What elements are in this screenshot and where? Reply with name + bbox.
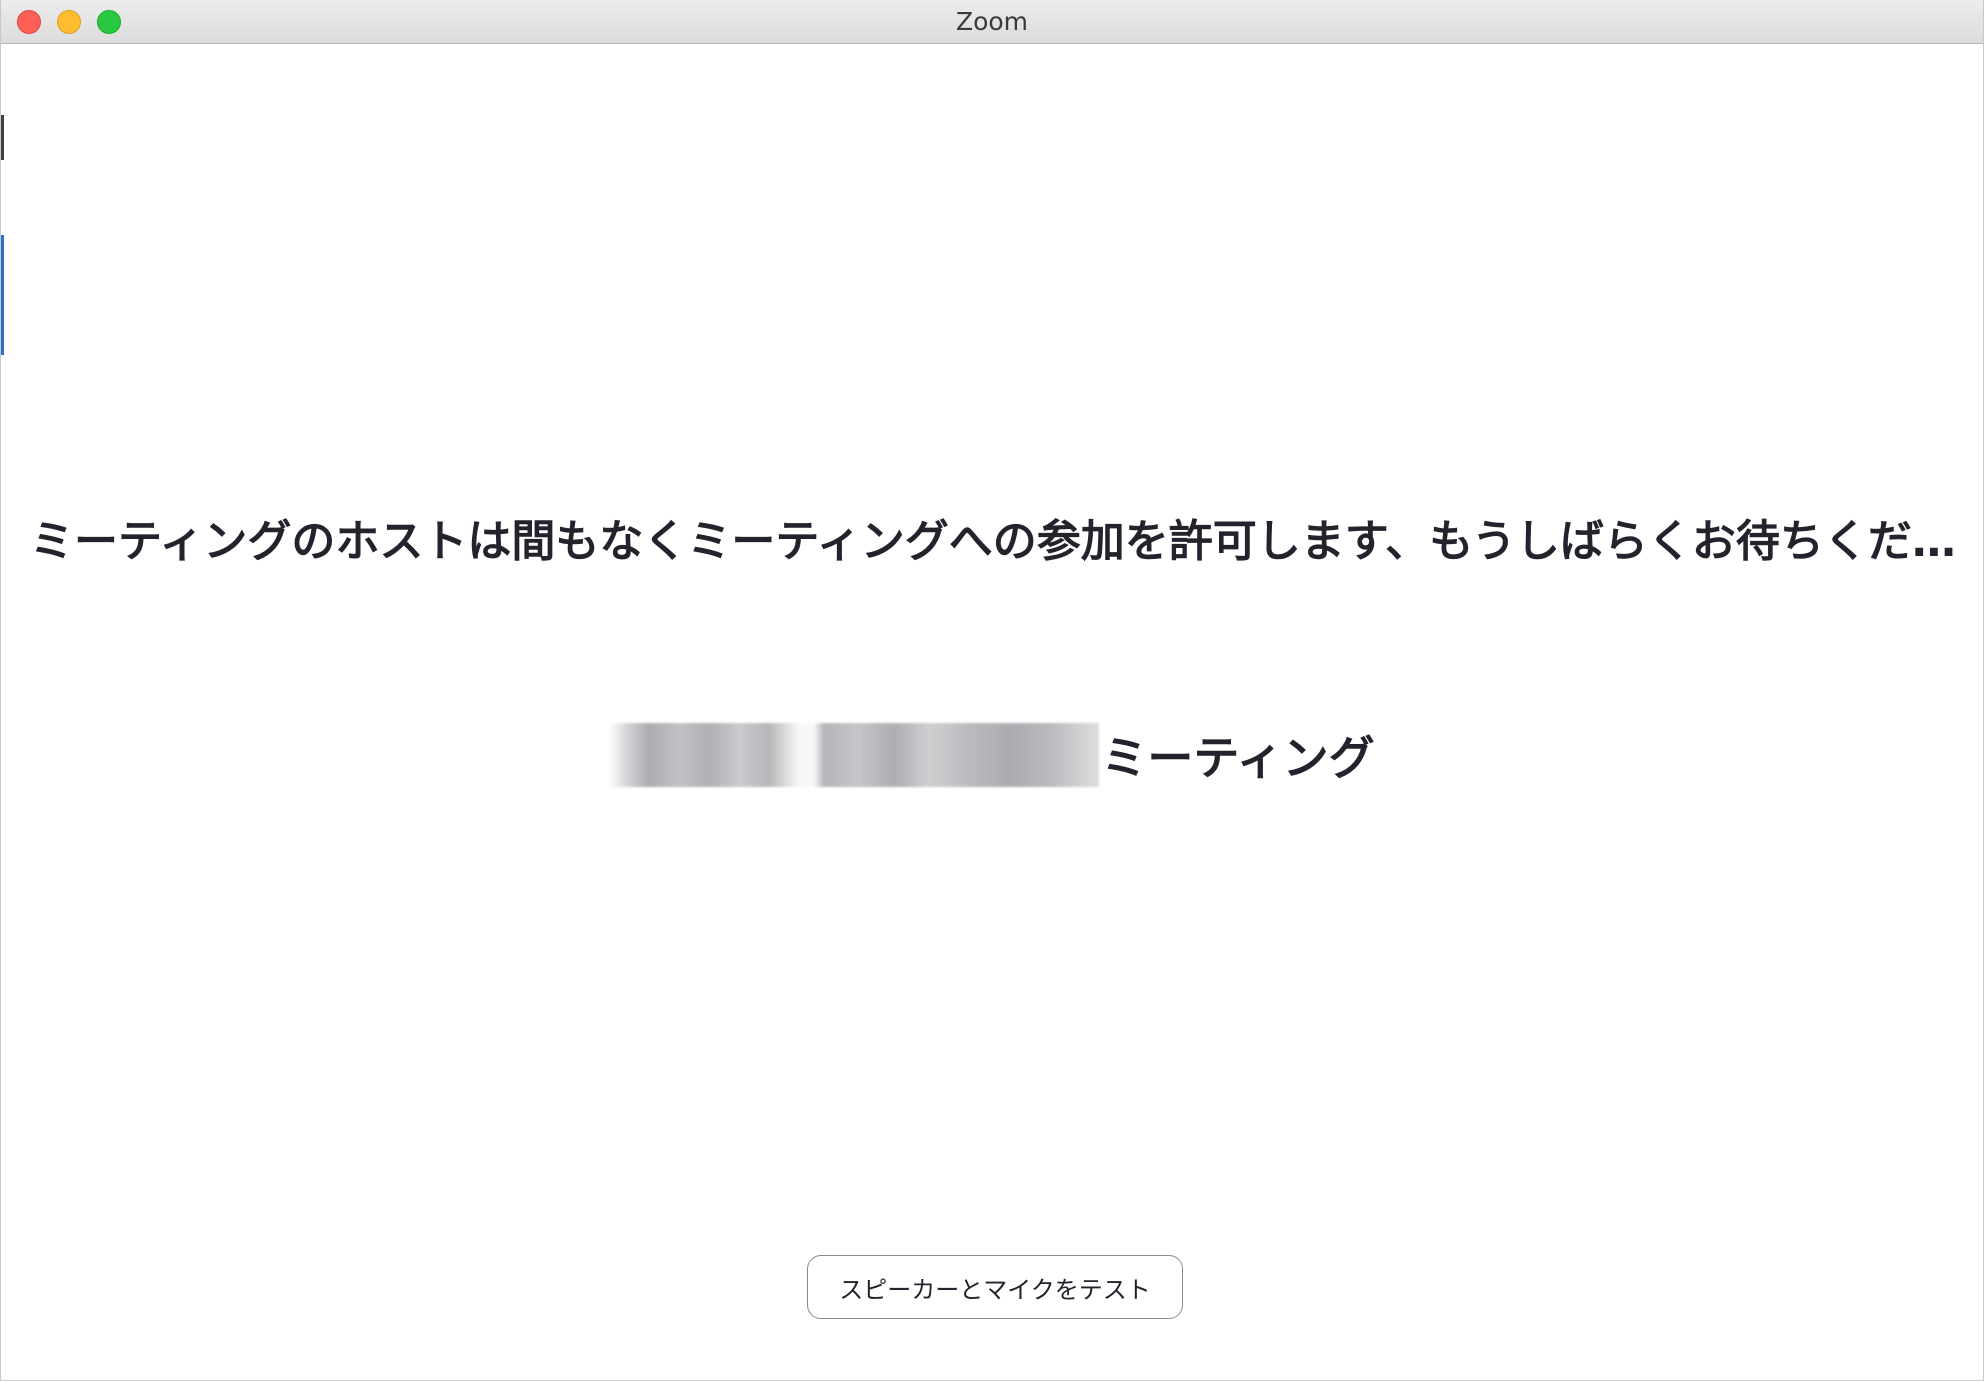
waiting-room-content: ミーティングのホストは間もなくミーティングへの参加を許可します、もうしばらくお待… — [1, 45, 1983, 1380]
title-bar[interactable]: Zoom — [1, 0, 1983, 44]
redacted-host-name — [609, 723, 1100, 787]
meeting-title-suffix: ミーティング — [1101, 731, 1375, 785]
meeting-title: ミーティング — [1, 705, 1983, 805]
zoom-window: Zoom ミーティングのホストは間もなくミーティングへの参加を許可します、もうし… — [0, 0, 1984, 1381]
window-title: Zoom — [955, 7, 1029, 36]
test-speaker-mic-button[interactable]: スピーカーとマイクをテスト — [807, 1255, 1183, 1319]
waiting-status-message: ミーティングのホストは間もなくミーティングへの参加を許可します、もうしばらくお待… — [30, 516, 1956, 567]
